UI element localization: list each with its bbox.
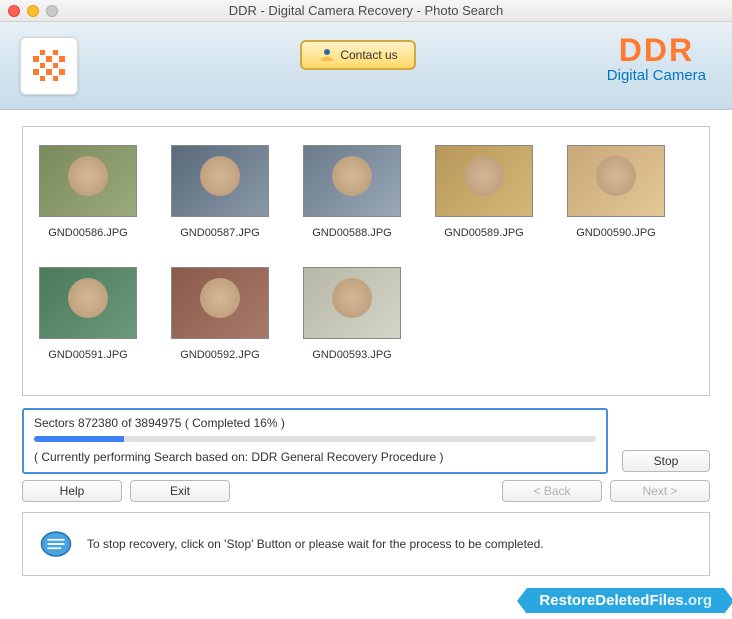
- thumbnail-item[interactable]: GND00593.JPG: [303, 267, 401, 361]
- contact-us-button[interactable]: Contact us: [300, 40, 416, 70]
- info-panel: To stop recovery, click on 'Stop' Button…: [22, 512, 710, 576]
- ribbon-text: RestoreDeletedFiles: [539, 592, 683, 609]
- button-row: Help Exit < Back Next >: [22, 480, 710, 502]
- thumbnail-filename: GND00588.JPG: [312, 227, 391, 239]
- thumbnail-item[interactable]: GND00592.JPG: [171, 267, 269, 361]
- sectors-text: Sectors 872380 of 3894975 ( Completed 16…: [34, 416, 596, 430]
- thumbnail-filename: GND00593.JPG: [312, 349, 391, 361]
- ribbon-suffix: .org: [684, 592, 712, 609]
- app-header: Contact us DDR Digital Camera: [0, 22, 732, 110]
- window-controls: [8, 5, 58, 17]
- thumbnail-image: [171, 267, 269, 339]
- thumbnail-filename: GND00592.JPG: [180, 349, 259, 361]
- thumbnail-image: [567, 145, 665, 217]
- thumbnail-panel[interactable]: GND00586.JPG GND00587.JPG GND00588.JPG GND0…: [22, 126, 710, 396]
- thumbnail-filename: GND00590.JPG: [576, 227, 655, 239]
- thumbnail-filename: GND00587.JPG: [180, 227, 259, 239]
- thumbnail-item[interactable]: GND00590.JPG: [567, 145, 665, 239]
- thumbnail-image: [39, 145, 137, 217]
- app-logo-icon: [20, 37, 78, 95]
- thumbnail-item[interactable]: GND00591.JPG: [39, 267, 137, 361]
- stop-button[interactable]: Stop: [622, 450, 710, 472]
- zoom-icon: [46, 5, 58, 17]
- progress-bar: [34, 436, 596, 442]
- info-icon: [39, 527, 73, 561]
- next-button: Next >: [610, 480, 710, 502]
- thumbnail-filename: GND00591.JPG: [48, 349, 127, 361]
- thumbnail-image: [435, 145, 533, 217]
- window-title: DDR - Digital Camera Recovery - Photo Se…: [0, 3, 732, 18]
- thumbnail-item[interactable]: GND00589.JPG: [435, 145, 533, 239]
- thumbnail-filename: GND00586.JPG: [48, 227, 127, 239]
- search-mode-text: ( Currently performing Search based on: …: [34, 450, 596, 464]
- thumbnail-item[interactable]: GND00588.JPG: [303, 145, 401, 239]
- thumbnail-item[interactable]: GND00587.JPG: [171, 145, 269, 239]
- watermark-ribbon: RestoreDeletedFiles.org: [527, 588, 724, 613]
- titlebar: DDR - Digital Camera Recovery - Photo Se…: [0, 0, 732, 22]
- thumbnail-item[interactable]: GND00586.JPG: [39, 145, 137, 239]
- progress-panel: Sectors 872380 of 3894975 ( Completed 16…: [22, 408, 608, 474]
- thumbnail-image: [303, 267, 401, 339]
- person-icon: [318, 46, 336, 64]
- minimize-icon[interactable]: [27, 5, 39, 17]
- thumbnail-image: [303, 145, 401, 217]
- close-icon[interactable]: [8, 5, 20, 17]
- main-content: GND00586.JPG GND00587.JPG GND00588.JPG GND0…: [0, 110, 732, 586]
- help-button[interactable]: Help: [22, 480, 122, 502]
- brand-subtitle: Digital Camera: [607, 67, 706, 84]
- thumbnail-filename: GND00589.JPG: [444, 227, 523, 239]
- contact-us-label: Contact us: [340, 48, 397, 62]
- info-text: To stop recovery, click on 'Stop' Button…: [87, 537, 544, 551]
- brand-name: DDR: [607, 32, 706, 69]
- thumbnail-image: [39, 267, 137, 339]
- back-button: < Back: [502, 480, 602, 502]
- brand-block: DDR Digital Camera: [607, 32, 706, 84]
- thumbnail-image: [171, 145, 269, 217]
- exit-button[interactable]: Exit: [130, 480, 230, 502]
